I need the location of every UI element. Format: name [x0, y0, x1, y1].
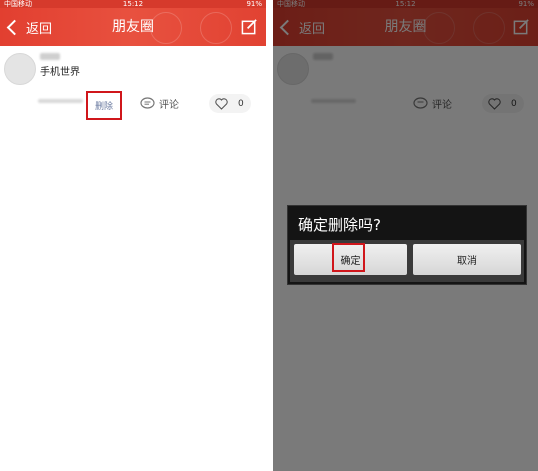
comment-label: 评论	[159, 100, 179, 111]
like-button[interactable]: 0	[209, 94, 251, 113]
avatar[interactable]	[4, 53, 36, 85]
dialog-button-area: 确定 取消	[290, 240, 524, 282]
battery-level: 91%	[246, 0, 262, 8]
cancel-label: 取消	[457, 256, 477, 267]
delete-label: 删除	[94, 102, 113, 112]
compose-icon[interactable]	[241, 18, 258, 35]
cancel-button[interactable]: 取消	[413, 244, 521, 275]
divider	[266, 0, 273, 471]
blurred-username	[40, 53, 60, 60]
confirm-dialog: 确定删除吗? 确定 取消	[287, 205, 527, 285]
comment-icon	[140, 97, 155, 109]
clock: 15:12	[122, 0, 144, 8]
like-count: 0	[238, 98, 244, 109]
delete-button[interactable]: 删除	[86, 91, 122, 120]
post-text: 手机世界	[40, 67, 80, 78]
navigation-bar: 返回 朋友圈	[0, 8, 266, 46]
status-bar: 中国移动 15:12 91%	[0, 0, 266, 8]
dialog-title: 确定删除吗?	[298, 216, 381, 234]
page-title: 朋友圈	[112, 19, 154, 35]
heart-icon	[215, 97, 228, 110]
comment-button[interactable]: 评论	[140, 94, 179, 113]
screen-before: 中国移动 15:12 91% 返回 朋友圈 手机世界 删除 评论 0	[0, 0, 266, 471]
screen-confirm-dialog: 中国移动 15:12 91% 返回 朋友圈 评论 0 确定删除吗?	[273, 0, 538, 471]
confirm-highlight-box	[332, 243, 365, 272]
blurred-timestamp	[38, 99, 83, 103]
